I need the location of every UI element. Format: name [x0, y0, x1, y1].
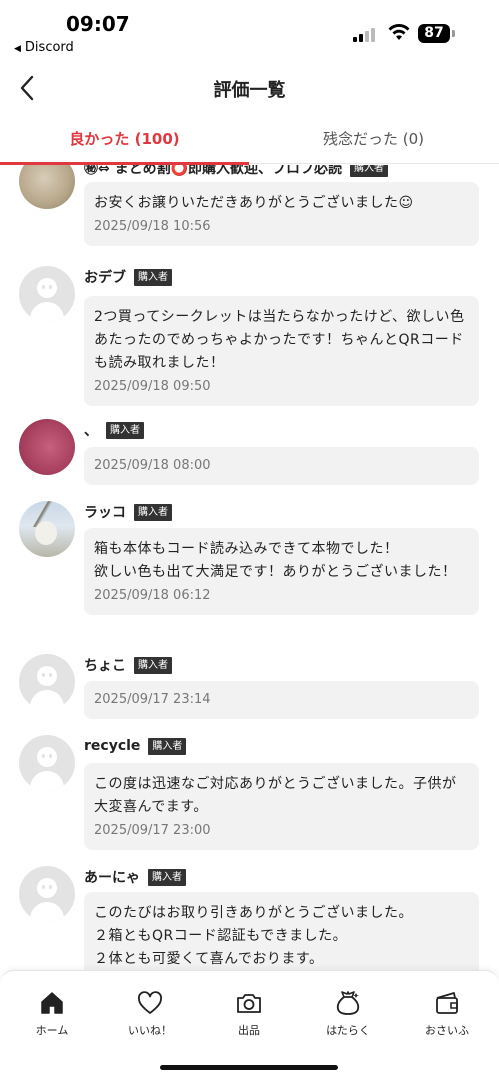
reviewer-name[interactable]: recycle [84, 738, 140, 754]
review-text: このたびはお取り引きありがとうございました。 ２箱ともQRコード認証もできました… [94, 905, 413, 967]
review-bubble: 2025/09/18 08:00 [84, 447, 479, 485]
review-text: 箱も本体もコード読み込みできて本物でした！ 欲しい色も出て大満足です！ありがとう… [94, 541, 457, 580]
review-header: 、 購入者 [84, 419, 144, 441]
review-text: 2つ買ってシークレットは当たらなかったけど、欲しい色あたったのでめっちゃよかった… [94, 309, 465, 371]
review-header: ㊙⇔ まとめ割⭕即購入歓迎、プロフ必読 購入者 [84, 165, 389, 179]
review-date: 2025/09/18 08:00 [94, 458, 211, 473]
nav-label: 出品 [238, 1024, 260, 1037]
avatar-eye [49, 673, 52, 677]
avatar[interactable] [19, 501, 75, 557]
bottom-nav: ホーム いいね！ 出品 はたらく おさいふ [0, 970, 499, 1080]
review-list[interactable]: ㊙⇔ まとめ割⭕即購入歓迎、プロフ必読 購入者 お安くお譲りいただきありがとうご… [0, 165, 499, 970]
avatar-body [30, 690, 64, 710]
review-date: 2025/09/18 10:56 [94, 219, 211, 234]
nav-sell[interactable]: 出品 [199, 989, 299, 1041]
reviewer-name[interactable]: おデブ [84, 267, 126, 287]
camera-icon [237, 994, 261, 1013]
tab-good[interactable]: 良かった (100) [0, 116, 249, 164]
back-app-label: Discord [24, 40, 74, 55]
reviewer-name[interactable]: ㊙⇔ まとめ割⭕即購入歓迎、プロフ必読 [84, 165, 342, 178]
avatar-head [37, 278, 57, 298]
nav-label: ホーム [35, 1024, 69, 1037]
review-header: ちょこ 購入者 [84, 654, 172, 676]
home-icon [41, 992, 63, 1014]
avatar[interactable] [19, 866, 75, 922]
battery-tip [452, 30, 455, 37]
avatar-eye [42, 673, 45, 677]
review-bubble: 2つ買ってシークレットは当たらなかったけど、欲しい色あたったのでめっちゃよかった… [84, 296, 479, 406]
review-text: お安くお譲りいただきありがとうございました☺ [94, 195, 414, 211]
avatar-eye [49, 285, 52, 289]
back-to-app-link[interactable]: ◀ Discord [14, 40, 74, 55]
review-header: ラッコ 購入者 [84, 501, 172, 523]
status-time: 09:07 [66, 12, 130, 36]
review-bubble: この度は迅速なご対応ありがとうございました。子供が大変喜んでます。 2025/0… [84, 763, 479, 850]
home-indicator[interactable] [160, 1065, 338, 1070]
review-bubble: 箱も本体もコード読み込みできて本物でした！ 欲しい色も出て大満足です！ありがとう… [84, 528, 479, 615]
review-header: おデブ 購入者 [84, 266, 172, 288]
nav-label: いいね！ [128, 1024, 172, 1037]
review-date: 2025/09/18 09:50 [94, 379, 211, 394]
page-header: 評価一覧 [0, 62, 499, 114]
avatar[interactable] [19, 654, 75, 710]
avatar-eye [42, 885, 45, 889]
avatar-eye [42, 754, 45, 758]
reviewer-name[interactable]: ラッコ [84, 502, 126, 522]
reviewer-name[interactable]: ちょこ [84, 655, 126, 675]
cellular-signal-icon [353, 28, 379, 42]
avatar[interactable] [19, 735, 75, 791]
nav-wallet[interactable]: おさいふ [397, 989, 497, 1041]
battery-indicator: 87 [418, 24, 450, 43]
money-bag-icon [336, 991, 360, 1015]
buyer-badge: 購入者 [106, 421, 144, 439]
avatar-eye [49, 885, 52, 889]
heart-icon [138, 991, 162, 1014]
avatar-eye [49, 754, 52, 758]
review-text: この度は迅速なご対応ありがとうございました。子供が大変喜んでます。 [94, 776, 457, 815]
review-bubble: お安くお譲りいただきありがとうございました☺ 2025/09/18 10:56 [84, 182, 479, 246]
buyer-badge: 購入者 [350, 165, 389, 177]
review-date: 2025/09/17 23:14 [94, 692, 211, 707]
tab-bad[interactable]: 残念だった (0) [249, 116, 498, 164]
avatar[interactable] [19, 419, 75, 475]
avatar-body [30, 302, 64, 322]
wallet-icon [436, 992, 458, 1014]
buyer-badge: 購入者 [134, 503, 172, 521]
nav-label: はたらく [326, 1024, 370, 1037]
avatar-eye [42, 285, 45, 289]
rating-tabs: 良かった (100) 残念だった (0) [0, 116, 499, 165]
avatar-photo-dog [35, 521, 57, 545]
review-header: あーにゃ 購入者 [84, 866, 186, 888]
reviewer-name[interactable]: あーにゃ [84, 867, 140, 887]
nav-home[interactable]: ホーム [2, 989, 102, 1041]
review-date: 2025/09/18 06:12 [94, 588, 211, 603]
avatar-head [37, 666, 57, 686]
buyer-badge: 購入者 [148, 737, 187, 755]
avatar-head [37, 878, 57, 898]
nav-work[interactable]: はたらく [298, 989, 398, 1041]
nav-likes[interactable]: いいね！ [100, 989, 200, 1041]
review-bubble: 2025/09/17 23:14 [84, 681, 479, 719]
reviewer-name[interactable]: 、 [84, 420, 98, 440]
review-header: recycle 購入者 [84, 735, 187, 757]
buyer-badge: 購入者 [134, 656, 172, 674]
back-triangle-icon: ◀ [14, 44, 21, 54]
buyer-badge: 購入者 [134, 268, 172, 286]
buyer-badge: 購入者 [148, 868, 186, 886]
wifi-icon [388, 24, 410, 40]
nav-label: おさいふ [425, 1024, 469, 1037]
review-date: 2025/09/17 23:00 [94, 823, 211, 838]
avatar-head [37, 747, 57, 767]
status-bar: 09:07 ◀ Discord 87 [0, 0, 499, 60]
avatar[interactable] [19, 266, 75, 322]
review-bubble: このたびはお取り引きありがとうございました。 ２箱ともQRコード認証もできました… [84, 892, 479, 970]
avatar[interactable] [19, 165, 75, 209]
avatar-body [30, 902, 64, 922]
page-title: 評価一覧 [213, 80, 286, 101]
avatar-body [30, 771, 64, 791]
